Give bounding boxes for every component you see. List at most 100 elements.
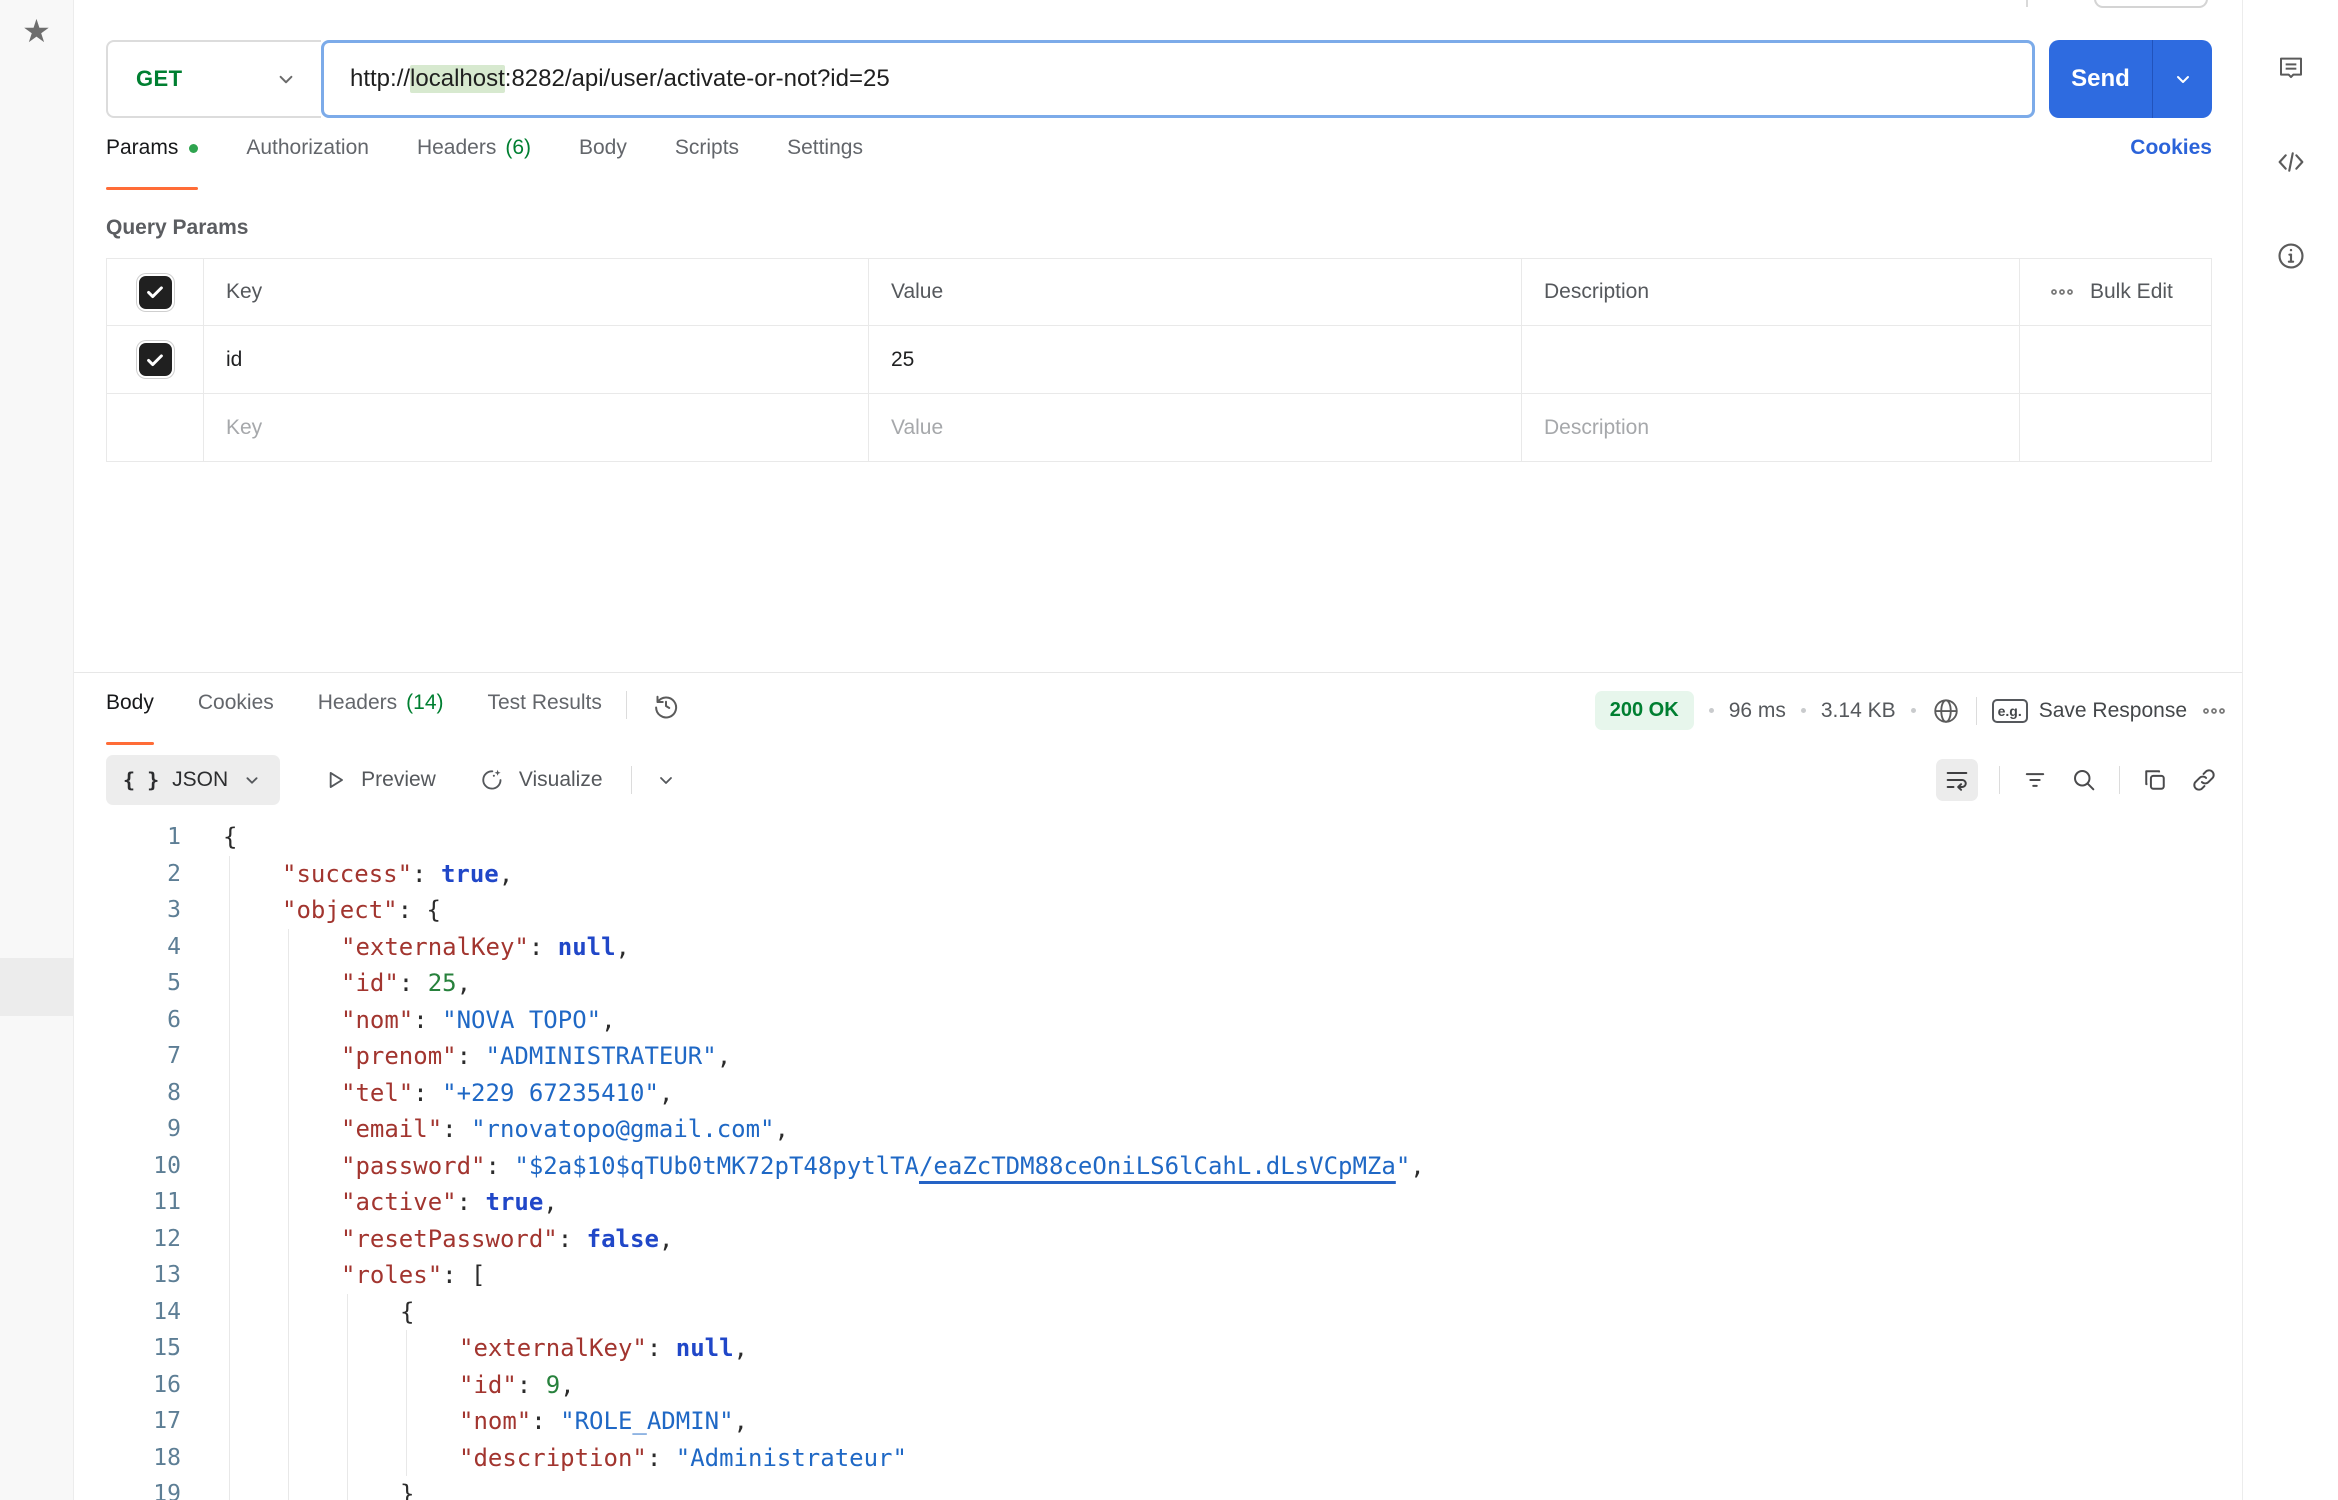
response-tab-headers-label: Headers xyxy=(318,691,397,715)
cookies-link[interactable]: Cookies xyxy=(2130,136,2212,190)
column-header-key: Key xyxy=(203,259,868,325)
indent-guide xyxy=(229,856,230,893)
tab-authorization[interactable]: Authorization xyxy=(246,136,369,190)
indent-guide xyxy=(288,1440,289,1477)
code-line: 2"success": true, xyxy=(74,856,2242,893)
tab-body[interactable]: Body xyxy=(579,136,627,190)
param-description-input-empty[interactable]: Description xyxy=(1521,394,2019,461)
visualize-label: Visualize xyxy=(519,768,603,792)
table-row: id 25 xyxy=(107,325,2211,393)
visualize-button[interactable]: Visualize xyxy=(478,766,603,794)
indent-guide xyxy=(229,1257,230,1294)
response-size[interactable]: 3.14 KB xyxy=(1821,699,1896,723)
table-header-row: Key Value Description Bulk Edit xyxy=(107,259,2211,325)
line-number: 4 xyxy=(74,929,181,966)
row-checkbox[interactable] xyxy=(139,343,172,376)
filter-icon[interactable] xyxy=(2021,766,2049,794)
url-text-post: :8282/api/user/activate-or-not?id=25 xyxy=(505,65,890,93)
indent-guide xyxy=(229,1476,230,1500)
history-icon[interactable] xyxy=(651,691,681,721)
link-icon[interactable] xyxy=(2190,766,2218,794)
save-response-button[interactable]: e.g. Save Response xyxy=(1992,699,2187,723)
indent-guide xyxy=(406,1330,407,1367)
line-number: 12 xyxy=(74,1221,181,1258)
save-response-label: Save Response xyxy=(2039,699,2187,723)
dot-separator xyxy=(1801,708,1806,713)
copy-icon[interactable] xyxy=(2141,766,2169,794)
send-button[interactable]: Send xyxy=(2049,40,2212,118)
response-time[interactable]: 96 ms xyxy=(1729,699,1786,723)
indent-guide xyxy=(347,1294,348,1331)
globe-icon[interactable] xyxy=(1931,696,1961,726)
wrap-text-icon[interactable] xyxy=(1936,759,1978,801)
preview-button[interactable]: Preview xyxy=(322,767,436,793)
indent-guide xyxy=(288,1257,289,1294)
indent-guide xyxy=(229,1038,230,1075)
indent-guide xyxy=(288,1111,289,1148)
code-line: 11"active": true, xyxy=(74,1184,2242,1221)
response-tab-body[interactable]: Body xyxy=(106,691,154,745)
visualize-icon xyxy=(478,766,506,794)
code-line-content: "email": "rnovatopo@gmail.com", xyxy=(181,1111,2242,1148)
response-tab-headers-count: (14) xyxy=(406,691,443,715)
code-line-content: "id": 9, xyxy=(181,1367,2242,1404)
url-input[interactable]: http://localhost:8282/api/user/activate-… xyxy=(321,40,2035,118)
response-tab-test-results[interactable]: Test Results xyxy=(488,691,602,745)
response-tabs: Body Cookies Headers (14) Test Results xyxy=(106,691,602,745)
param-key-input-empty[interactable]: Key xyxy=(203,394,868,461)
code-line-content: "description": "Administrateur" xyxy=(181,1440,2242,1477)
row-checkbox-cell xyxy=(107,326,203,393)
chevron-down-icon[interactable] xyxy=(654,768,678,792)
select-all-checkbox[interactable] xyxy=(139,276,172,309)
response-tab-headers[interactable]: Headers (14) xyxy=(318,691,444,745)
status-badge[interactable]: 200 OK xyxy=(1595,691,1694,730)
indent-guide xyxy=(229,1367,230,1404)
tab-params[interactable]: Params xyxy=(106,136,198,190)
line-number: 9 xyxy=(74,1111,181,1148)
left-rail-scroll-thumb[interactable] xyxy=(0,958,73,1016)
search-icon[interactable] xyxy=(2070,766,2098,794)
indent-guide xyxy=(347,1330,348,1367)
code-icon[interactable] xyxy=(2275,146,2307,178)
tab-headers-count: (6) xyxy=(505,136,531,160)
param-description-input[interactable] xyxy=(1521,326,2019,393)
send-options-caret[interactable] xyxy=(2152,40,2212,118)
line-number: 17 xyxy=(74,1403,181,1440)
format-label: JSON xyxy=(172,768,228,792)
code-line-content: "tel": "+229 67235410", xyxy=(181,1075,2242,1112)
more-options-icon[interactable] xyxy=(2050,280,2074,304)
code-line-content: "roles": [ xyxy=(181,1257,2242,1294)
code-line: 18"description": "Administrateur" xyxy=(74,1440,2242,1477)
code-line: 16"id": 9, xyxy=(74,1367,2242,1404)
response-tab-cookies[interactable]: Cookies xyxy=(198,691,274,745)
tab-settings[interactable]: Settings xyxy=(787,136,863,190)
query-params-table: Key Value Description Bulk Edit id 25 xyxy=(106,258,2212,462)
tab-headers[interactable]: Headers (6) xyxy=(417,136,531,190)
line-number: 8 xyxy=(74,1075,181,1112)
bulk-edit-button[interactable]: Bulk Edit xyxy=(2090,280,2173,304)
send-label[interactable]: Send xyxy=(2049,40,2152,118)
code-line-content: "active": true, xyxy=(181,1184,2242,1221)
param-value-input[interactable]: 25 xyxy=(868,326,1521,393)
format-select[interactable]: { } JSON xyxy=(106,755,280,805)
indent-guide xyxy=(229,1221,230,1258)
response-meta: 200 OK 96 ms 3.14 KB e.g. Save Response xyxy=(1595,691,2226,730)
row-actions-cell xyxy=(2019,394,2211,461)
method-select[interactable]: GET xyxy=(106,40,321,118)
line-number: 6 xyxy=(74,1002,181,1039)
info-icon[interactable] xyxy=(2275,240,2307,272)
star-icon[interactable]: ★ xyxy=(0,12,73,50)
main-panel: GET http://localhost:8282/api/user/activ… xyxy=(74,0,2242,1500)
indent-guide xyxy=(288,1184,289,1221)
indent-guide xyxy=(229,965,230,1002)
response-tab-test-results-label: Test Results xyxy=(488,691,602,715)
code-line: 15"externalKey": null, xyxy=(74,1330,2242,1367)
response-more-options-icon[interactable] xyxy=(2202,699,2226,723)
comment-icon[interactable] xyxy=(2275,52,2307,84)
clipped-top-edge xyxy=(2026,0,2028,7)
tab-scripts[interactable]: Scripts xyxy=(675,136,739,190)
param-key-input[interactable]: id xyxy=(203,326,868,393)
param-value-input-empty[interactable]: Value xyxy=(868,394,1521,461)
indent-guide xyxy=(288,1038,289,1075)
response-panel: Body Cookies Headers (14) Test Results xyxy=(74,672,2242,1500)
